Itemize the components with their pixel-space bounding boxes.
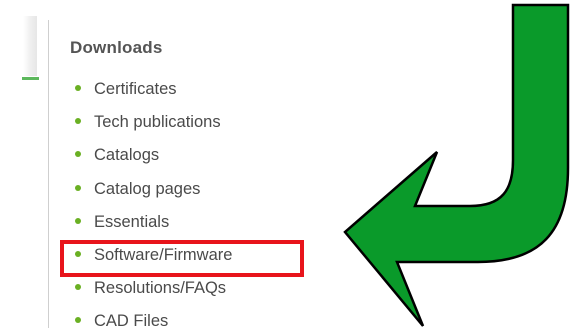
curved-arrow-shape <box>343 3 570 327</box>
screenshot-canvas: Downloads Certificates Tech publications… <box>0 0 574 328</box>
curved-arrow-down-left-icon <box>343 3 570 327</box>
